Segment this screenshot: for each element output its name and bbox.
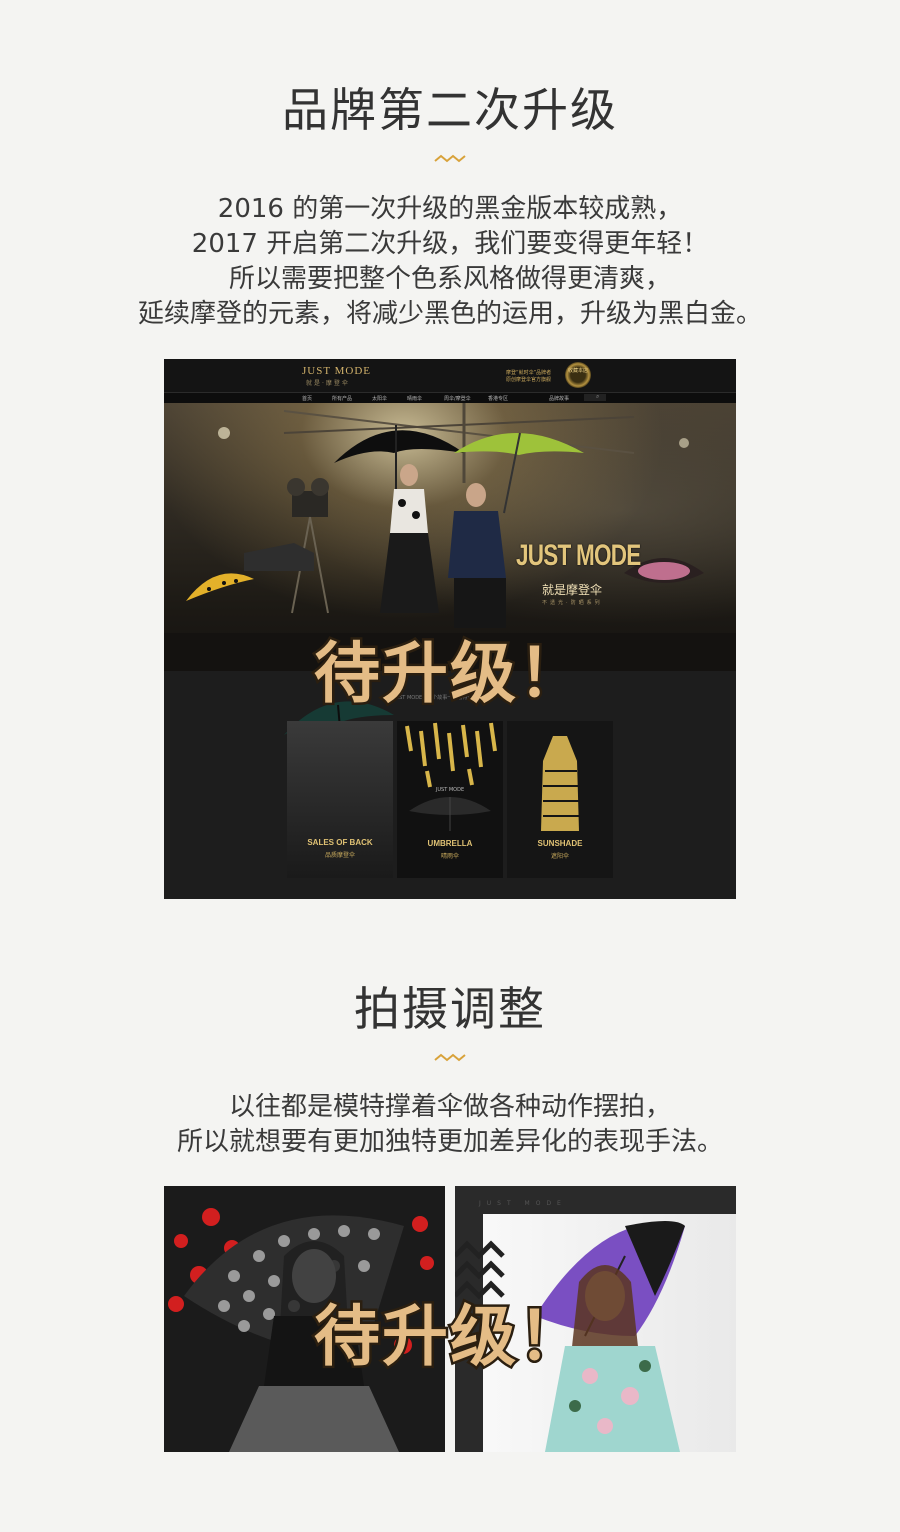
store-slogan: 摩登“就时伞”品牌者	[506, 370, 552, 376]
hero-tagline: 不透光·防晒系列	[542, 600, 603, 606]
tile-subcaption: 品质摩登伞	[324, 852, 355, 859]
nav-item: 所有产品	[332, 396, 353, 402]
section-description: 2016 的第一次升级的黑金版本较成熟， 2017 开启第二次升级，我们要变得更…	[0, 192, 900, 332]
nav-item: 太阳伞	[372, 396, 388, 402]
nav-item: 品牌故事	[549, 396, 570, 402]
nav-item: 首页	[302, 396, 313, 402]
store-header	[164, 359, 736, 392]
section-title-photo-adjustment: 拍摄调整	[354, 982, 546, 1036]
pending-upgrade-label: 待升级！	[312, 633, 587, 715]
photo-brand-mark: JUST MODE	[479, 1200, 567, 1207]
section-title-brand-upgrade: 品牌第二次升级	[282, 83, 618, 137]
tile-caption: SUNSHADE	[537, 839, 583, 848]
product-tile: SUNSHADE 遮阳伞	[507, 721, 613, 878]
store-logo-subtitle: 就是·摩登伞	[306, 380, 350, 387]
wave-divider-icon	[434, 154, 466, 163]
favorite-badge-icon	[565, 362, 591, 388]
desc-line: 2017 开启第二次升级，我们要变得更年轻！	[191, 229, 709, 259]
pending-upgrade-label: 待升级！	[312, 1296, 587, 1378]
search-icon: ⌕	[596, 393, 600, 400]
nav-item: 周伞/摩登伞	[444, 396, 471, 402]
store-slogan: 原创摩登伞官方旗舰	[506, 377, 552, 383]
favorite-badge-label: 收藏本店	[567, 368, 588, 374]
desc-line: 以往都是模特撑着伞做各种动作摆拍，	[228, 1092, 671, 1122]
tile-caption: UMBRELLA	[427, 839, 473, 848]
tile-subcaption: 晴雨伞	[440, 853, 459, 860]
tile-caption: SALES OF BACK	[307, 838, 373, 847]
desc-line: 2016 的第一次升级的黑金版本较成熟，	[217, 194, 683, 224]
hero-logo: JUST MODE	[516, 539, 641, 572]
store-search-box	[584, 394, 606, 401]
tile-brand: JUST MODE	[435, 787, 465, 793]
tile-subcaption: 遮阳伞	[550, 853, 569, 860]
nav-item: 香港专区	[488, 396, 509, 402]
desc-line: 延续摩登的元素，将减少黑色的运用，升级为黑白金。	[137, 299, 762, 329]
product-tile: SALES OF BACK 品质摩登伞	[287, 721, 393, 878]
desc-line: 所以就想要有更加独特更加差异化的表现手法。	[176, 1127, 723, 1157]
store-logo: JUST MODE	[302, 365, 372, 377]
section-description: 以往都是模特撑着伞做各种动作摆拍， 所以就想要有更加独特更加差异化的表现手法。	[0, 1090, 900, 1160]
desc-line: 所以需要把整个色系风格做得更清爽，	[228, 264, 671, 294]
hero-subtitle: 就是摩登伞	[542, 583, 603, 597]
wave-divider-icon	[434, 1053, 466, 1062]
product-tile: JUST MODE UMBRELLA 晴雨伞	[397, 721, 503, 878]
nav-item: 晴雨伞	[407, 396, 423, 402]
